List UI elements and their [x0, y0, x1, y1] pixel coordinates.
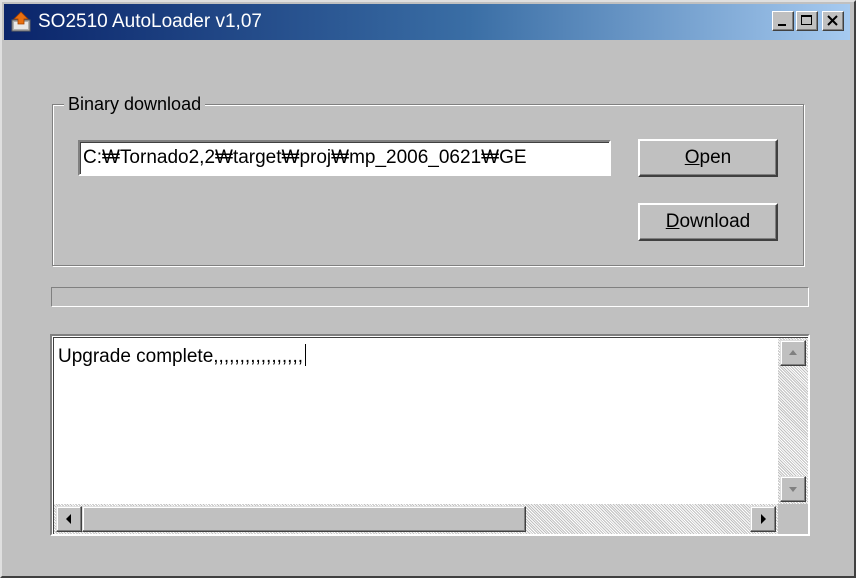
log-inner: Upgrade complete,,,,,,,,,,,,,,,,,: [53, 337, 808, 534]
arrow-right-icon: [761, 514, 766, 524]
horizontal-scroll-thumb[interactable]: [82, 506, 526, 532]
title-buttons: [770, 11, 844, 31]
vertical-scrollbar[interactable]: [778, 338, 808, 504]
scroll-up-button[interactable]: [780, 340, 806, 366]
maximize-button[interactable]: [796, 11, 818, 31]
window-title: SO2510 AutoLoader v1,07: [38, 11, 262, 32]
log-output-box[interactable]: Upgrade complete,,,,,,,,,,,,,,,,,: [50, 334, 810, 536]
scrollbar-corner: [778, 504, 808, 534]
arrow-down-icon: [789, 487, 797, 492]
open-button-mnemonic: O: [684, 147, 700, 168]
arrow-left-icon: [66, 514, 71, 524]
arrow-up-icon: [789, 350, 797, 355]
binary-path-field[interactable]: C:₩Tornado2,2₩target₩proj₩mp_2006_0621₩G…: [78, 140, 611, 176]
log-line: Upgrade complete,,,,,,,,,,,,,,,,,: [58, 346, 303, 367]
minimize-icon: [778, 24, 786, 26]
open-button[interactable]: Open: [638, 139, 778, 177]
close-icon: [827, 15, 838, 26]
scroll-left-button[interactable]: [56, 506, 82, 532]
app-window: SO2510 AutoLoader v1,07 Binary download: [0, 0, 856, 578]
close-button[interactable]: [822, 11, 844, 31]
scroll-down-button[interactable]: [780, 476, 806, 502]
log-text: Upgrade complete,,,,,,,,,,,,,,,,,: [58, 344, 306, 368]
download-button-label: ownload: [679, 211, 751, 232]
scroll-right-button[interactable]: [750, 506, 776, 532]
minimize-button[interactable]: [772, 11, 794, 31]
binary-download-group: [52, 104, 804, 266]
open-button-label: pen: [699, 147, 732, 168]
horizontal-scrollbar[interactable]: [54, 504, 778, 534]
download-progress-bar: [51, 287, 809, 307]
download-button[interactable]: Download: [638, 203, 778, 241]
title-bar[interactable]: SO2510 AutoLoader v1,07: [4, 4, 850, 40]
app-icon[interactable]: [10, 11, 32, 33]
text-caret: [305, 344, 306, 366]
group-legend: Binary download: [64, 94, 206, 114]
download-button-mnemonic: D: [665, 211, 680, 232]
maximize-icon: [801, 15, 812, 25]
